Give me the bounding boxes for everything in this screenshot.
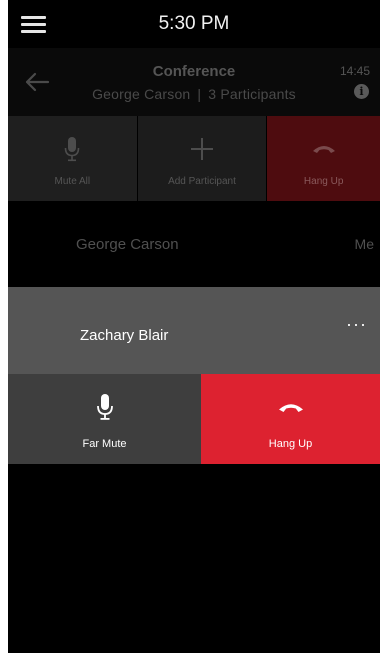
add-participant-label: Add Participant	[168, 176, 236, 187]
conference-title: Conference	[152, 63, 236, 80]
hang-up-icon	[311, 136, 337, 162]
more-options-icon[interactable]: ···	[346, 315, 368, 333]
participant-name: George Carson	[76, 236, 179, 253]
far-mute-button[interactable]: Far Mute	[8, 374, 201, 464]
hang-up-participant-button[interactable]: Hang Up	[201, 374, 380, 464]
call-duration: 14:45	[339, 64, 370, 78]
hang-up-all-button[interactable]: Hang Up	[267, 116, 380, 201]
participant-count: 3 Participants	[208, 86, 296, 102]
far-mute-label: Far Mute	[82, 438, 127, 450]
conference-subtitle: George Carson | 3 Participants	[8, 86, 380, 102]
microphone-icon	[96, 393, 114, 421]
hang-up-all-label: Hang Up	[303, 176, 344, 187]
microphone-icon	[64, 136, 80, 162]
clock-time: 5:30 PM	[158, 13, 230, 34]
hang-up-participant-label: Hang Up	[268, 438, 313, 450]
participant-name: Zachary Blair	[80, 327, 169, 344]
participant-actions: Far Mute Hang Up	[8, 374, 380, 464]
mute-all-label: Mute All	[54, 176, 91, 187]
conference-header: Conference George Carson | 3 Participants …	[8, 48, 380, 116]
conference-actions: Mute All Add Participant Hang Up	[8, 116, 380, 201]
add-participant-button[interactable]: Add Participant	[137, 116, 267, 201]
phone-screen: 5:30 PM Conference George Carson | 3 Parti…	[8, 0, 380, 653]
subtitle-separator: |	[197, 86, 202, 102]
self-tag: Me	[354, 236, 374, 252]
hamburger-menu-icon[interactable]	[21, 16, 46, 33]
plus-icon	[190, 136, 214, 162]
info-icon[interactable]: i	[354, 84, 369, 99]
participant-row-selected[interactable]: Zachary Blair ···	[8, 287, 380, 374]
status-bar: 5:30 PM	[8, 0, 380, 48]
mute-all-button[interactable]: Mute All	[8, 116, 137, 201]
conference-host: George Carson	[92, 86, 191, 102]
hang-up-icon	[277, 393, 305, 421]
participant-row-self: George Carson Me	[8, 201, 380, 286]
